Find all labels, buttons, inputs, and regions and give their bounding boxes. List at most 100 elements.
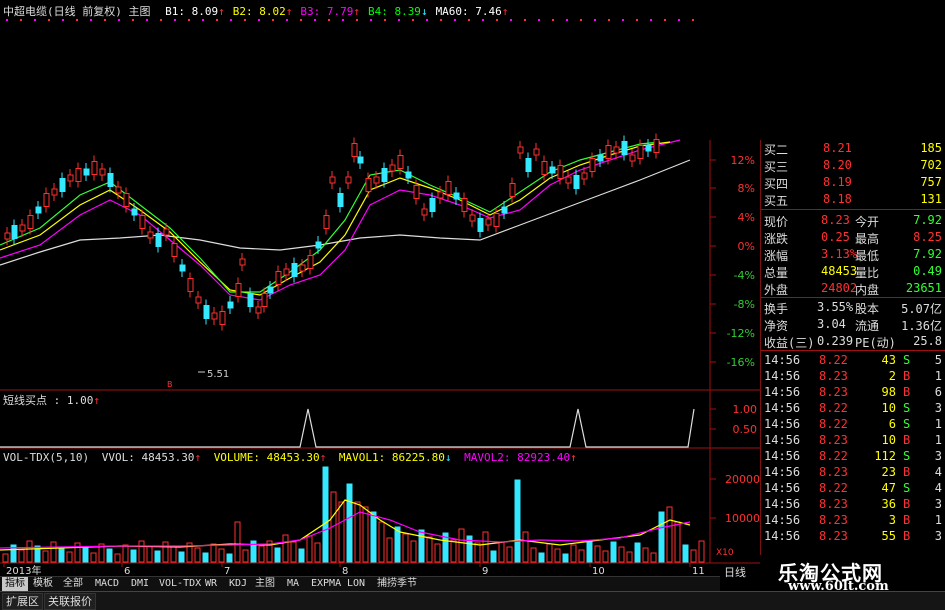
candle [83,168,90,176]
tick-price: 8.23 [819,529,848,543]
order-book-volume: 131 [920,192,942,206]
tick-volume: 43 [881,353,896,367]
indicator-title[interactable]: 短线买点 : 1.00 [3,394,93,407]
volume-bar [162,541,169,563]
order-book-volume: 757 [920,175,942,189]
candle [613,146,620,154]
tick-row[interactable]: 14:56 8.23 3 B 1 [761,512,945,528]
tick-row[interactable]: 14:56 8.22 112 S 3 [761,448,945,464]
indicator-tab[interactable]: MACD [92,577,122,591]
candle [123,193,130,207]
mavol2-value: MAVOL2: 82923.40 [464,451,571,464]
indicator-axis: 1.00 0.50 [710,403,757,436]
indicator-tab[interactable]: DMI [128,577,152,591]
candle [247,293,254,307]
signal-dot [608,19,610,21]
period-label[interactable]: 日线 [724,564,746,580]
extension-area-button[interactable]: 扩展区 [2,593,43,610]
candle [307,255,314,269]
volume-indicator-name[interactable]: VOL-TDX(5,10) [3,451,89,464]
indicator-tab[interactable]: 捕捞季节 [374,577,420,591]
candle [351,143,358,157]
candle [187,278,194,292]
stats-row: 换手 3.55% 股本 5.07亿 [761,299,945,316]
indicator-tab[interactable]: 主图 [252,577,278,591]
price-axis-label: -16% [727,356,755,369]
candle [621,141,628,155]
signal-dot [552,19,554,21]
tick-row[interactable]: 14:56 8.22 6 S 1 [761,416,945,432]
signal-indicator-line [0,408,695,448]
tick-time: 14:56 [764,497,801,511]
candle [315,241,322,249]
volume-bar [666,506,673,563]
tick-row[interactable]: 14:56 8.23 10 B 1 [761,432,945,448]
order-book-level: 买二 [764,143,789,157]
tick-time: 14:56 [764,529,801,543]
indicator-tab[interactable]: KDJ [226,577,250,591]
tick-row[interactable]: 14:56 8.23 2 B 1 [761,368,945,384]
volume-bar [490,550,497,563]
tick-count: 3 [934,449,942,463]
volume-bar [290,541,297,563]
stats-value: 25.8 [913,334,942,348]
volume-bar [514,479,521,563]
signal-dot [104,19,106,21]
order-book-row[interactable]: 买四 8.19 757 [761,174,945,191]
volume-bar [354,501,361,563]
quote-label: 今开 [855,215,880,229]
tick-time: 14:56 [764,417,801,431]
candle [437,191,444,199]
signal-dot [20,19,22,21]
tick-volume: 112 [874,449,896,463]
volume-bar [394,526,401,563]
indicator-tab[interactable]: 指标 [2,577,28,591]
tick-price: 8.23 [819,433,848,447]
quote-value: 7.92 [913,213,942,227]
header-indicator-value: B3: 7.79 [300,5,354,18]
volume-bar [570,544,577,563]
tick-row[interactable]: 14:56 8.22 47 S 4 [761,480,945,496]
volume-bar [234,521,241,563]
tick-side: S [903,401,911,415]
tick-time: 14:56 [764,369,801,383]
indicator-tab[interactable]: LON [344,577,368,591]
candle [429,198,436,212]
indicator-tab[interactable]: EXPMA [308,577,344,591]
tick-row[interactable]: 14:56 8.23 36 B 3 [761,496,945,512]
order-book-row[interactable]: 买二 8.21 185 [761,140,945,157]
tick-row[interactable]: 14:56 8.23 23 B 4 [761,464,945,480]
tick-row[interactable]: 14:56 8.22 10 S 3 [761,400,945,416]
header-indicator-value: B1: 8.09 [165,5,219,18]
candle [653,139,660,153]
volume-bar [218,548,225,563]
candle [541,161,548,175]
signal-dot [244,19,246,21]
signal-dot [90,19,92,21]
quote-label: 最高 [855,232,880,246]
order-book-row[interactable]: 买五 8.18 131 [761,191,945,208]
order-book-row[interactable]: 买三 8.20 702 [761,157,945,174]
related-quote-button[interactable]: 关联报价 [44,593,96,610]
candle [59,178,66,192]
indicator-tab[interactable]: 全部 [60,577,86,591]
indicator-tab[interactable]: VOL-TDX [156,577,204,591]
tick-time: 14:56 [764,385,801,399]
stats-label: 换手 [764,302,789,316]
tick-row[interactable]: 14:56 8.22 43 S 5 [761,352,945,368]
volume-bar [618,546,625,563]
quote-value: 23651 [905,281,942,295]
tick-row[interactable]: 14:56 8.23 98 B 6 [761,384,945,400]
tick-count: 3 [934,529,942,543]
indicator-tab[interactable]: MA [284,577,302,591]
volume-bar [298,548,305,563]
candle [445,181,452,195]
indicator-tab[interactable]: 模板 [30,577,56,591]
stats-label: 净资 [764,319,789,333]
stock-title[interactable]: 中超电缆(日线 前复权) 主图 [3,5,151,18]
indicator-tab[interactable]: WR [202,577,220,591]
quote-side-panel: 买二 8.21 185 买三 8.20 702 买四 8.19 757 买五 8.18 131 现价 8… [760,140,945,555]
signal-dot [384,19,386,21]
tick-row[interactable]: 14:56 8.23 55 B 3 [761,528,945,544]
order-book-price: 8.18 [823,192,852,206]
